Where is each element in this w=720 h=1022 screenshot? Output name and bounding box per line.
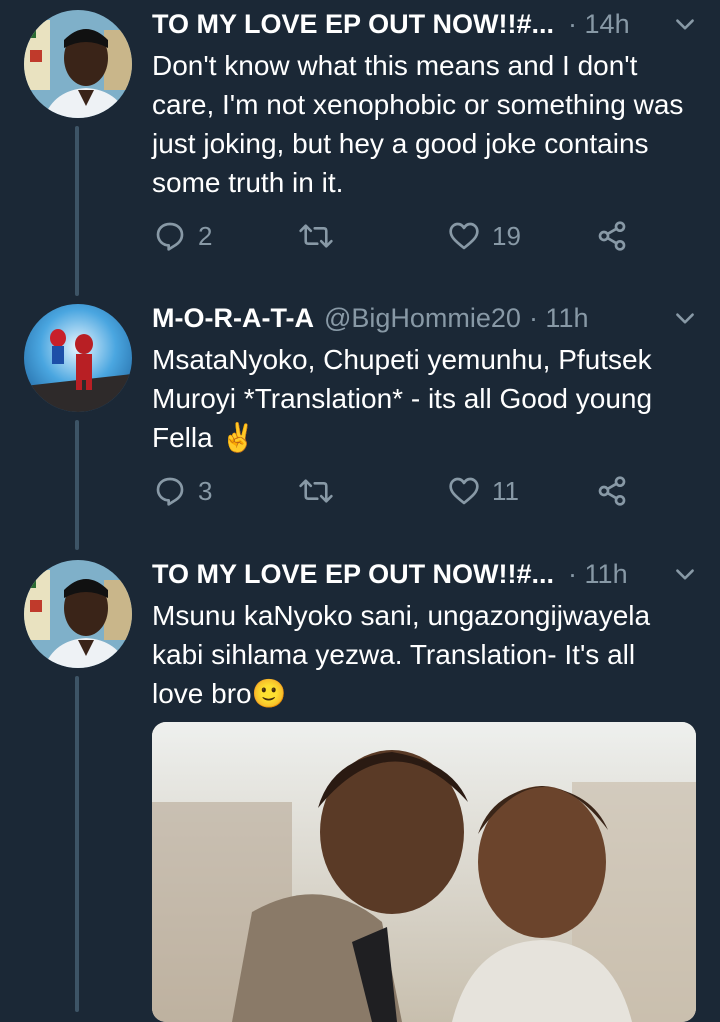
- avatar[interactable]: [24, 10, 132, 118]
- user-handle[interactable]: @BigHommie20: [324, 303, 521, 334]
- like-button[interactable]: 11: [448, 475, 519, 507]
- retweet-icon: [299, 479, 333, 503]
- like-count: 19: [492, 220, 521, 251]
- like-button[interactable]: 19: [448, 220, 521, 252]
- share-button[interactable]: [596, 475, 628, 507]
- tweet-time[interactable]: · 11h: [568, 559, 628, 590]
- reply-button[interactable]: 2: [154, 220, 212, 252]
- reply-button[interactable]: 3: [154, 475, 212, 507]
- tweet-text: Msunu kaNyoko sani, ungazongijwayela kab…: [152, 600, 651, 709]
- avatar[interactable]: [24, 304, 132, 412]
- retweet-button[interactable]: [298, 475, 334, 507]
- like-count: 11: [492, 475, 519, 506]
- like-icon: [449, 477, 479, 505]
- share-icon: [598, 476, 626, 506]
- tweet-media-image[interactable]: [152, 722, 696, 1022]
- like-icon: [449, 222, 479, 250]
- tweet-time[interactable]: · 11h: [529, 303, 589, 334]
- thread-line: [75, 676, 79, 1012]
- retweet-button[interactable]: [298, 220, 334, 252]
- retweet-icon: [299, 224, 333, 248]
- reply-count: 3: [198, 475, 213, 506]
- thread-line: [75, 126, 79, 296]
- reply-count: 2: [198, 220, 213, 251]
- tweet-text: MsataNyoko, Chupeti yemunhu, Pfutsek Mur…: [152, 344, 653, 453]
- tweet-time[interactable]: · 14h: [568, 9, 630, 40]
- share-button[interactable]: [596, 220, 628, 252]
- display-name[interactable]: TO MY LOVE EP OUT NOW!!#...: [152, 559, 554, 590]
- chevron-down-icon[interactable]: [672, 562, 698, 588]
- avatar[interactable]: [24, 560, 132, 668]
- display-name[interactable]: M-O-R-A-T-A: [152, 303, 314, 334]
- chevron-down-icon[interactable]: [672, 12, 698, 38]
- display-name[interactable]: TO MY LOVE EP OUT NOW!!#...: [152, 9, 554, 40]
- reply-icon: [156, 222, 184, 251]
- share-icon: [598, 221, 626, 251]
- chevron-down-icon[interactable]: [672, 306, 698, 332]
- reply-icon: [156, 477, 184, 506]
- thread-line: [75, 420, 79, 550]
- tweet-text: Don't know what this means and I don't c…: [152, 50, 684, 198]
